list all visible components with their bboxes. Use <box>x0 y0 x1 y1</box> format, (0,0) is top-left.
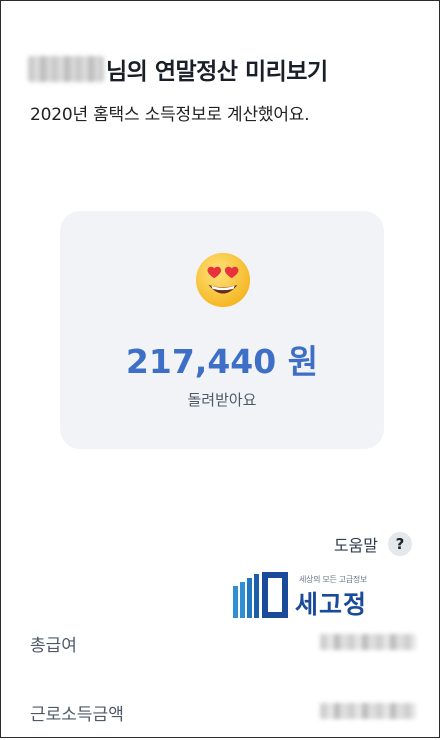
detail-label-earned-income: 근로소득금액 <box>30 705 124 725</box>
refund-caption: 돌려받아요 <box>187 391 257 409</box>
subtitle: 2020년 홈택스 소득정보로 계산했어요. <box>30 105 310 125</box>
help-link[interactable]: 도움말 ? <box>334 532 412 556</box>
title-text: 님의 연말정산 미리보기 <box>106 59 328 85</box>
refund-result-card: 217,440 원 돌려받아요 <box>60 211 384 449</box>
page-title: 님의 연말정산 미리보기 <box>28 52 328 86</box>
detail-label-total-salary: 총급여 <box>30 636 77 656</box>
refund-amount: 217,440 원 <box>125 342 319 381</box>
blurred-total-salary-value <box>320 634 416 650</box>
logo-bars-icon <box>233 572 288 618</box>
blurred-earned-income-value <box>320 703 416 719</box>
blurred-user-name <box>28 56 104 82</box>
watermark-name: 세고정 <box>295 590 368 619</box>
watermark-logo: 세상의 모든 고급정보 세고정 <box>233 566 373 619</box>
watermark-tagline: 세상의 모든 고급정보 <box>299 575 368 584</box>
heart-eyes-emoji-icon <box>195 252 251 308</box>
question-mark-icon[interactable]: ? <box>388 532 412 556</box>
help-label[interactable]: 도움말 <box>334 532 378 556</box>
